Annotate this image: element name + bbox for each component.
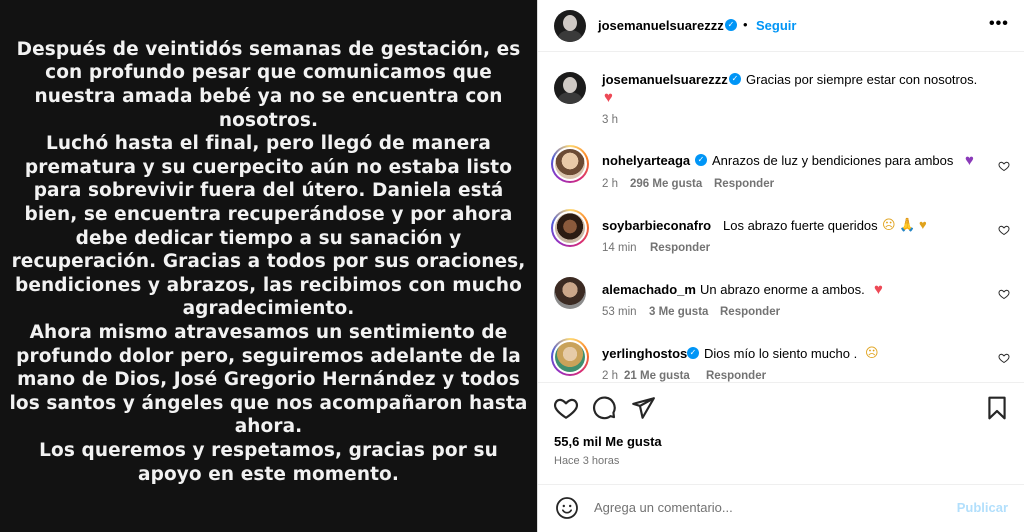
comment-time: 14 min	[602, 242, 637, 254]
purple-heart-emoji-icon: ♥	[965, 152, 974, 169]
comment-text: Un abrazo enorme a ambos.	[700, 282, 865, 297]
commenter-avatar[interactable]	[551, 145, 589, 183]
comment-input[interactable]: Agrega un comentario...	[594, 500, 733, 515]
avatar-photo	[555, 213, 585, 243]
reply-button[interactable]: Responder	[706, 370, 766, 382]
verified-badge-icon: ✓	[725, 19, 737, 31]
header-separator: •	[743, 17, 748, 32]
red-heart-emoji-icon: ♥	[874, 281, 883, 298]
comment-username[interactable]: alemachado_m	[602, 282, 696, 297]
share-paper-plane-icon[interactable]	[630, 395, 656, 421]
commenter-avatar[interactable]	[554, 277, 586, 309]
more-options-icon[interactable]: •••	[989, 15, 1009, 33]
comment-text: Los abrazo fuerte queridos	[723, 218, 878, 233]
comment-likes-link[interactable]: 296 Me gusta	[630, 178, 702, 190]
like-comment-heart-icon[interactable]	[998, 352, 1010, 364]
comment-time: 53 min	[602, 306, 637, 318]
comment-likes-link[interactable]: 3 Me gusta	[649, 306, 708, 318]
post-image-paragraph: Los queremos y respetamos, gracias por s…	[39, 439, 498, 485]
post-image-paragraph: Después de veintidós semanas de gestació…	[16, 38, 521, 131]
comment-time: 2 h	[602, 370, 618, 382]
author-username[interactable]: josemanuelsuarezzz	[598, 18, 724, 33]
post-actions-bar	[538, 382, 1024, 432]
caption-time: 3 h	[602, 114, 618, 126]
publish-button[interactable]: Publicar	[957, 500, 1008, 515]
comments-list[interactable]: josemanuelsuarezzz ✓ Gracias por siempre…	[538, 52, 1024, 382]
post-timestamp: Hace 3 horas	[554, 455, 620, 467]
red-heart-emoji-icon: ♥	[604, 89, 613, 106]
avatar-photo	[555, 149, 585, 179]
reply-button[interactable]: Responder	[714, 178, 774, 190]
author-avatar[interactable]	[554, 10, 586, 42]
verified-badge-icon: ✓	[687, 347, 699, 359]
author-avatar[interactable]	[554, 72, 586, 104]
comment-bubble-icon[interactable]	[591, 395, 617, 421]
sad-face-emoji-icon: ☹	[865, 345, 879, 360]
verified-badge-icon: ✓	[729, 73, 741, 85]
commenter-avatar[interactable]	[551, 209, 589, 247]
like-comment-heart-icon[interactable]	[998, 288, 1010, 300]
comment-username[interactable]: nohelyarteaga	[602, 153, 690, 168]
post-side-panel: josemanuelsuarezzz ✓ • Seguir ••• josema…	[537, 0, 1024, 532]
like-heart-icon[interactable]	[553, 395, 579, 421]
post-image-text: Después de veintidós semanas de gestació…	[9, 38, 529, 486]
post-image-paragraph: Ahora mismo atravesamos un sentimiento d…	[9, 321, 528, 438]
avatar-photo	[555, 342, 585, 372]
post-header: josemanuelsuarezzz ✓ • Seguir •••	[538, 0, 1024, 52]
caption-text: Gracias por siempre estar con nosotros.	[746, 72, 978, 87]
like-comment-heart-icon[interactable]	[998, 160, 1010, 172]
commenter-avatar[interactable]	[551, 338, 589, 376]
reply-button[interactable]: Responder	[720, 306, 780, 318]
caption-username[interactable]: josemanuelsuarezzz	[602, 72, 728, 87]
comment-text: Dios mío lo siento mucho .	[704, 346, 858, 361]
save-bookmark-icon[interactable]	[984, 395, 1010, 421]
post-likes-count[interactable]: 55,6 mil Me gusta	[554, 434, 662, 449]
reply-button[interactable]: Responder	[650, 242, 710, 254]
comment-likes-link[interactable]: 21 Me gusta	[624, 370, 690, 382]
post-image-paragraph: Luchó hasta el final, pero llegó de mane…	[11, 133, 526, 320]
like-comment-heart-icon[interactable]	[998, 224, 1010, 236]
post-image[interactable]: Después de veintidós semanas de gestació…	[0, 0, 537, 532]
verified-badge-icon: ✓	[695, 154, 707, 166]
emoji-group-icon: ☹ 🙏 ♥	[882, 217, 927, 232]
comment-time: 2 h	[602, 178, 618, 190]
comment-composer: Agrega un comentario... Publicar	[538, 484, 1024, 532]
comment-username[interactable]: soybarbieconafro	[602, 218, 711, 233]
follow-button[interactable]: Seguir	[756, 18, 796, 33]
emoji-picker-icon[interactable]	[555, 496, 579, 520]
comment-text: Anrazos de luz y bendiciones para ambos	[712, 153, 954, 168]
comment-username[interactable]: yerlinghostos	[602, 346, 687, 361]
